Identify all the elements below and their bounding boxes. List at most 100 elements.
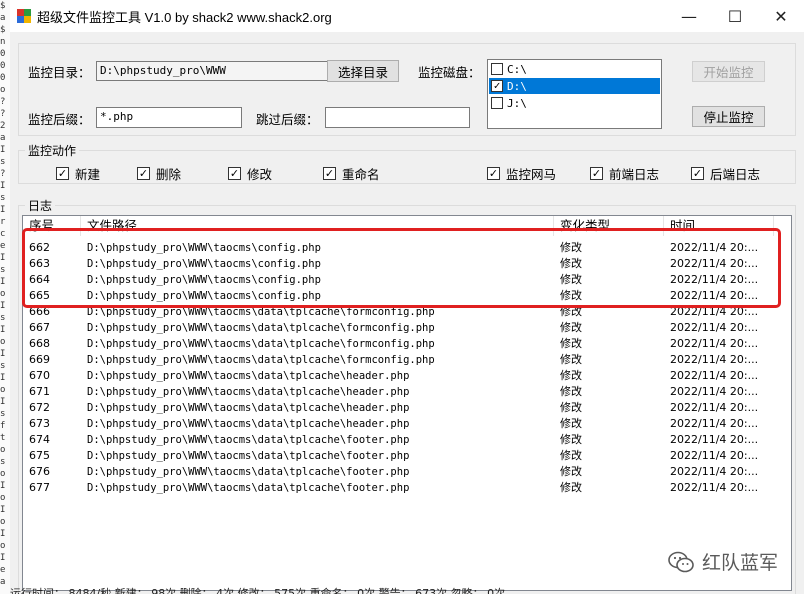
actions-group: 监控动作 [18, 142, 796, 184]
console-char: I [0, 325, 6, 335]
monitor-dir-input[interactable]: D:\phpstudy_pro\WWW [96, 61, 328, 81]
console-char: ? [0, 109, 6, 119]
action-modify-checkbox[interactable]: ✓ 修改 [228, 164, 272, 183]
action-frontend-log-label: 前端日志 [609, 167, 660, 182]
checkbox-checked-icon[interactable]: ✓ [56, 167, 69, 180]
checkbox-checked-icon[interactable]: ✓ [323, 167, 336, 180]
skip-suffix-input[interactable] [325, 107, 470, 128]
action-delete-checkbox[interactable]: ✓ 删除 [137, 164, 181, 183]
cell-id: 663 [29, 257, 50, 270]
table-row[interactable]: 677 D:\phpstudy_pro\WWW\taocms\data\tplca… [23, 480, 791, 496]
table-row[interactable]: 675 D:\phpstudy_pro\WWW\taocms\data\tplca… [23, 448, 791, 464]
checkbox-checked-icon[interactable]: ✓ [491, 80, 503, 92]
cell-type: 修改 [560, 481, 582, 494]
table-row[interactable]: 672 D:\phpstudy_pro\WWW\taocms\data\tplca… [23, 400, 791, 416]
action-webshell-checkbox[interactable]: ✓ 监控网马 [487, 164, 556, 183]
status-bar: 运行时间： 8484/秒 新建： 98次 删除： 4次 修改： 575次 重命名… [10, 587, 506, 594]
cell-type: 修改 [560, 449, 582, 462]
start-monitor-button[interactable]: 开始监控 [692, 61, 765, 82]
checkbox-checked-icon[interactable]: ✓ [590, 167, 603, 180]
console-char: o [0, 493, 6, 503]
action-create-label: 新建 [75, 167, 101, 182]
table-row[interactable]: 676 D:\phpstudy_pro\WWW\taocms\data\tplca… [23, 464, 791, 480]
close-button[interactable]: ✕ [758, 0, 804, 32]
console-char: s [0, 265, 6, 275]
console-char: 0 [0, 73, 6, 83]
maximize-button[interactable]: ☐ [712, 0, 758, 32]
action-frontend-log-checkbox[interactable]: ✓ 前端日志 [590, 164, 659, 183]
disk-item-j[interactable]: J:\ [489, 95, 660, 111]
stop-monitor-button[interactable]: 停止监控 [692, 106, 765, 127]
disk-label-c: C:\ [507, 62, 527, 76]
table-row[interactable]: 663 D:\phpstudy_pro\WWW\taocms\config.php… [23, 256, 791, 272]
cell-id: 665 [29, 289, 50, 302]
minimize-button[interactable]: — [666, 0, 712, 32]
monitor-suffix-input[interactable]: *.php [96, 107, 242, 128]
checkbox-checked-icon[interactable]: ✓ [691, 167, 704, 180]
disk-checklist[interactable]: C:\ ✓ D:\ J:\ [487, 59, 662, 129]
table-row[interactable]: 667 D:\phpstudy_pro\WWW\taocms\data\tplca… [23, 320, 791, 336]
action-backend-log-checkbox[interactable]: ✓ 后端日志 [691, 164, 760, 183]
action-webshell-label: 监控网马 [506, 167, 557, 182]
column-header-time[interactable]: 时间 [664, 216, 774, 236]
log-listview[interactable]: 序号 文件路径 变化类型 时间 662 D:\phpstudy_pro\WWW\t… [22, 215, 792, 591]
cell-id: 670 [29, 369, 50, 382]
watermark-text: 红队蓝军 [702, 552, 779, 574]
action-create-checkbox[interactable]: ✓ 新建 [56, 164, 100, 183]
table-row[interactable]: 671 D:\phpstudy_pro\WWW\taocms\data\tplca… [23, 384, 791, 400]
table-row[interactable]: 669 D:\phpstudy_pro\WWW\taocms\data\tplca… [23, 352, 791, 368]
action-rename-checkbox[interactable]: ✓ 重命名 [323, 164, 380, 183]
app-icon [17, 9, 31, 23]
disk-item-d[interactable]: ✓ D:\ [489, 78, 660, 94]
cell-id: 671 [29, 385, 50, 398]
console-char: o [0, 337, 6, 347]
cell-id: 677 [29, 481, 50, 494]
console-char: s [0, 361, 6, 371]
table-row[interactable]: 668 D:\phpstudy_pro\WWW\taocms\data\tplca… [23, 336, 791, 352]
checkbox-checked-icon[interactable]: ✓ [228, 167, 241, 180]
watermark: 红队蓝军 [668, 548, 778, 575]
cell-id: 668 [29, 337, 50, 350]
table-row[interactable]: 664 D:\phpstudy_pro\WWW\taocms\config.php… [23, 272, 791, 288]
cell-type: 修改 [560, 465, 582, 478]
column-header-id[interactable]: 序号 [23, 216, 81, 236]
column-header-path[interactable]: 文件路径 [81, 216, 554, 236]
actions-group-title: 监控动作 [25, 142, 80, 159]
cell-path: D:\phpstudy_pro\WWW\taocms\data\tplcache… [87, 466, 410, 478]
table-row[interactable]: 665 D:\phpstudy_pro\WWW\taocms\config.php… [23, 288, 791, 304]
checkbox-icon[interactable] [491, 97, 503, 109]
table-row[interactable]: 673 D:\phpstudy_pro\WWW\taocms\data\tplca… [23, 416, 791, 432]
disk-label-j: J:\ [507, 96, 527, 110]
cell-type: 修改 [560, 417, 582, 430]
console-char: o [0, 85, 6, 95]
console-char: o [0, 517, 6, 527]
console-char: I [0, 145, 6, 155]
cell-path: D:\phpstudy_pro\WWW\taocms\data\tplcache… [87, 338, 435, 350]
console-char: I [0, 301, 6, 311]
cell-time: 2022/11/4 20:... [670, 273, 759, 286]
table-row[interactable]: 666 D:\phpstudy_pro\WWW\taocms\data\tplca… [23, 304, 791, 320]
table-row[interactable]: 662 D:\phpstudy_pro\WWW\taocms\config.php… [23, 240, 791, 256]
console-char: I [0, 553, 6, 563]
console-char: I [0, 205, 6, 215]
console-char: 0 [0, 61, 6, 71]
disk-item-c[interactable]: C:\ [489, 61, 660, 77]
cell-path: D:\phpstudy_pro\WWW\taocms\config.php [87, 290, 321, 302]
console-char: $ [0, 25, 6, 35]
console-char: ? [0, 97, 6, 107]
checkbox-checked-icon[interactable]: ✓ [137, 167, 150, 180]
table-row[interactable]: 674 D:\phpstudy_pro\WWW\taocms\data\tplca… [23, 432, 791, 448]
console-char: e [0, 565, 6, 575]
console-char: o [0, 469, 6, 479]
monitor-suffix-label: 监控后缀： [28, 112, 91, 127]
action-backend-log-label: 后端日志 [710, 167, 761, 182]
column-header-type[interactable]: 变化类型 [554, 216, 664, 236]
checkbox-checked-icon[interactable]: ✓ [487, 167, 500, 180]
select-dir-button[interactable]: 选择目录 [327, 60, 399, 82]
console-char: c [0, 229, 6, 239]
action-rename-label: 重命名 [342, 167, 380, 182]
checkbox-icon[interactable] [491, 63, 503, 75]
cell-time: 2022/11/4 20:... [670, 417, 759, 430]
console-char: r [0, 217, 6, 227]
table-row[interactable]: 670 D:\phpstudy_pro\WWW\taocms\data\tplca… [23, 368, 791, 384]
